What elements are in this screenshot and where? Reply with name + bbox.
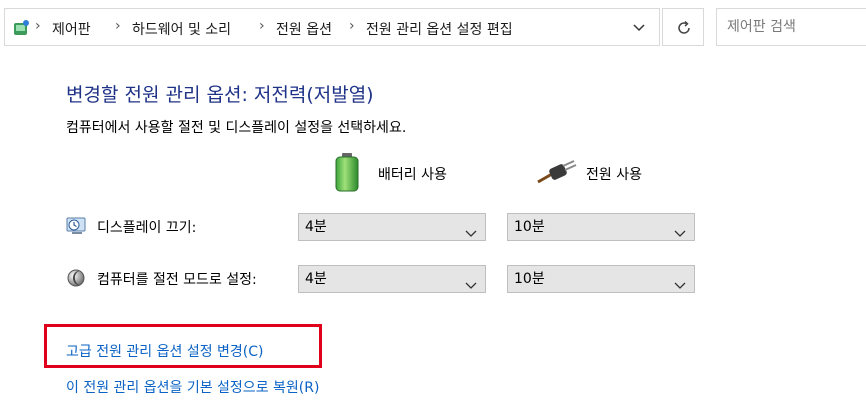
selected-value: 10분 [514,219,545,235]
breadcrumb-control-panel[interactable]: 제어판 [52,19,91,39]
selected-value: 10분 [514,271,545,287]
chevron-right-icon: › [35,18,41,34]
breadcrumb-hardware-sound[interactable]: 하드웨어 및 소리 [132,19,231,39]
advanced-settings-link[interactable]: 고급 전원 관리 옵션 설정 변경(C) [66,341,264,361]
chevron-down-icon [674,222,686,248]
sleep-battery-select[interactable]: 4분 [298,265,486,293]
page-title: 변경할 전원 관리 옵션: 저전력(저발열) [66,84,374,106]
restore-defaults-link[interactable]: 이 전원 관리 옵션을 기본 설정으로 복원(R) [66,377,319,397]
refresh-button[interactable] [662,8,704,46]
chevron-right-icon[interactable]: › [115,18,121,34]
search-input[interactable] [716,8,866,46]
battery-column-header: 배터리 사용 [378,167,447,183]
display-off-battery-select[interactable]: 4분 [298,213,486,241]
address-bar[interactable]: › 제어판 › 하드웨어 및 소리 › 전원 옵션 › 전원 관리 옵션 설정 … [4,8,660,46]
selected-value: 4분 [305,219,327,235]
chevron-down-icon[interactable] [627,15,651,39]
control-panel-icon [11,18,31,38]
breadcrumb-edit-plan[interactable]: 전원 관리 옵션 설정 편집 [366,19,513,39]
power-plug-icon [536,160,578,190]
sleep-label: 컴퓨터를 절전 모드로 설정: [97,272,257,288]
battery-icon [334,152,360,196]
chevron-down-icon [465,222,477,248]
page-subtitle: 컴퓨터에서 사용할 절전 및 디스플레이 설정을 선택하세요. [66,120,407,136]
navigation-bar: › 제어판 › 하드웨어 및 소리 › 전원 옵션 › 전원 관리 옵션 설정 … [0,0,866,56]
display-clock-icon [66,216,88,240]
chevron-right-icon[interactable]: › [349,18,355,34]
display-off-plugged-select[interactable]: 10분 [507,213,695,241]
display-off-label: 디스플레이 끄기: [97,220,197,236]
chevron-down-icon [465,274,477,300]
sleep-plugged-select[interactable]: 10분 [507,265,695,293]
breadcrumb-power-options[interactable]: 전원 옵션 [276,19,332,39]
plugged-in-column-header: 전원 사용 [586,167,642,183]
moon-icon [66,268,86,292]
chevron-right-icon[interactable]: › [259,18,265,34]
refresh-icon [678,20,690,34]
selected-value: 4분 [305,271,327,287]
chevron-down-icon [674,274,686,300]
